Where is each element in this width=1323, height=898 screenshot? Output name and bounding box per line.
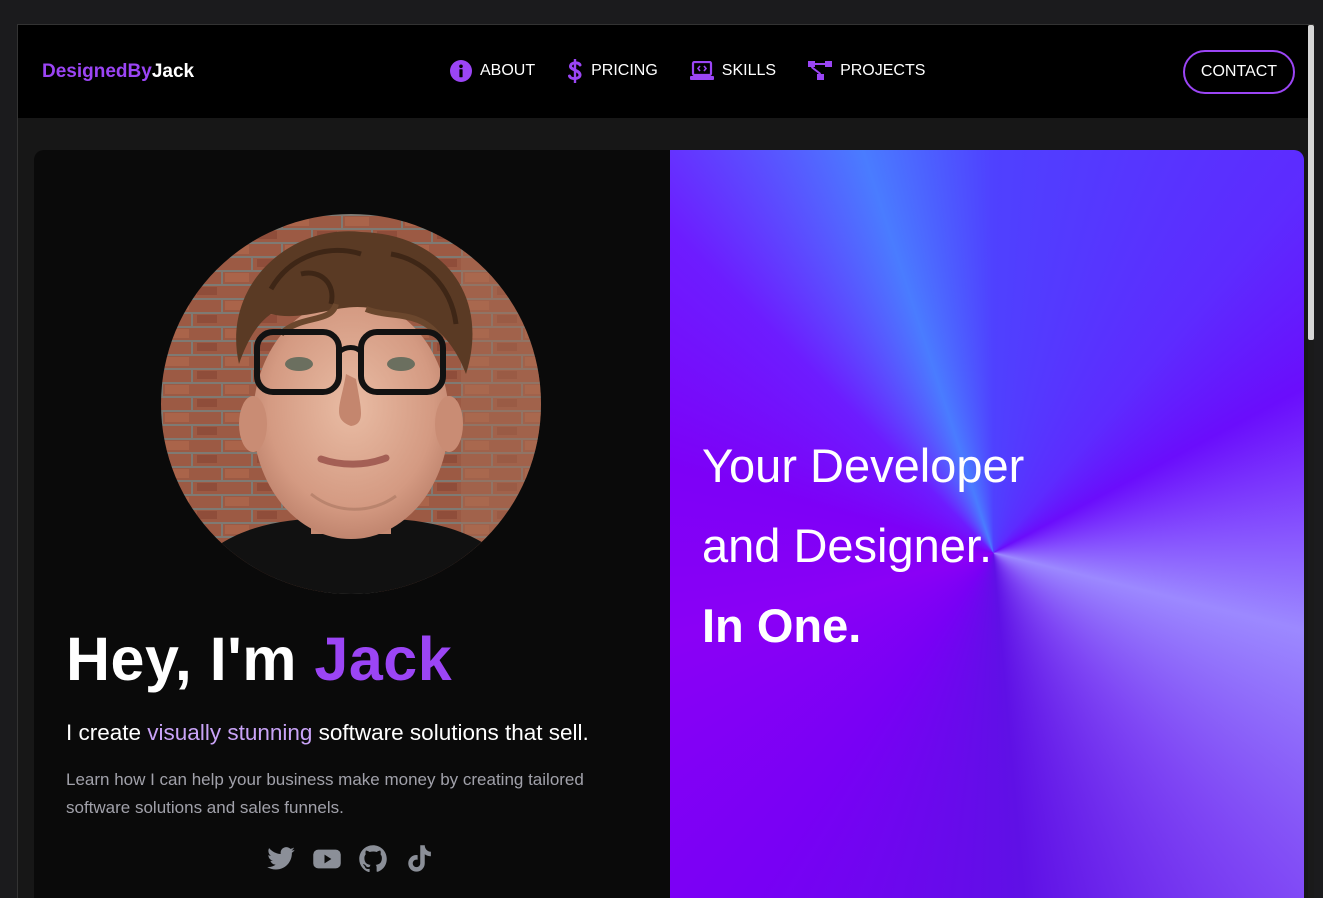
brand-logo[interactable]: DesignedByJack [42,61,194,83]
scrollbar-thumb[interactable] [1308,25,1314,340]
scrollbar[interactable] [1308,25,1314,898]
hero-feature-card: Your Developer and Designer. In One. [670,150,1304,898]
hero-intro-card: Hey, I'm Jack I create visually stunning… [34,150,670,898]
nav-about-label: ABOUT [480,62,536,79]
feature-line-3: In One. [702,599,862,652]
tagline-highlight: visually stunning [147,720,313,745]
nav-links: ABOUT PRICING SKILLS PROJECTS [450,58,925,84]
dollar-icon [567,58,583,84]
avatar [161,214,541,594]
brand-suffix: Jack [151,61,195,82]
contact-button[interactable]: CONTACT [1183,50,1295,94]
github-icon[interactable] [358,844,388,874]
nav-projects[interactable]: PROJECTS [808,61,925,81]
tagline-before: I create [66,720,148,745]
nav-skills-label: SKILLS [721,62,777,79]
hero-heading: Hey, I'm Jack [66,624,452,694]
feature-line-2: and Designer. [702,519,993,572]
nav-pricing-label: PRICING [591,62,658,79]
hero-name: Jack [314,625,453,693]
laptop-code-icon [689,61,714,81]
youtube-icon[interactable] [312,844,342,874]
brand-prefix: DesignedBy [42,61,152,82]
tiktok-icon[interactable] [404,844,434,874]
tagline-after: software solutions that sell. [312,720,589,745]
twitter-icon[interactable] [266,844,296,874]
hero-greeting: Hey, I'm [66,625,315,693]
sitemap-icon [808,61,833,81]
nav-projects-label: PROJECTS [840,62,926,79]
nav-skills[interactable]: SKILLS [689,61,777,81]
hero-description: Learn how I can help your business make … [66,770,584,817]
nav-about[interactable]: ABOUT [450,60,535,82]
nav-pricing[interactable]: PRICING [567,58,658,84]
navbar: DesignedByJack ABOUT PRICING SKILLS PROJ… [18,25,1312,118]
social-links [266,844,434,874]
browser-viewport: DesignedByJack ABOUT PRICING SKILLS PROJ… [17,24,1314,898]
hero-tagline: I create visually stunning software solu… [66,720,589,746]
feature-line-1: Your Developer [702,439,1025,492]
info-circle-icon [450,60,472,82]
